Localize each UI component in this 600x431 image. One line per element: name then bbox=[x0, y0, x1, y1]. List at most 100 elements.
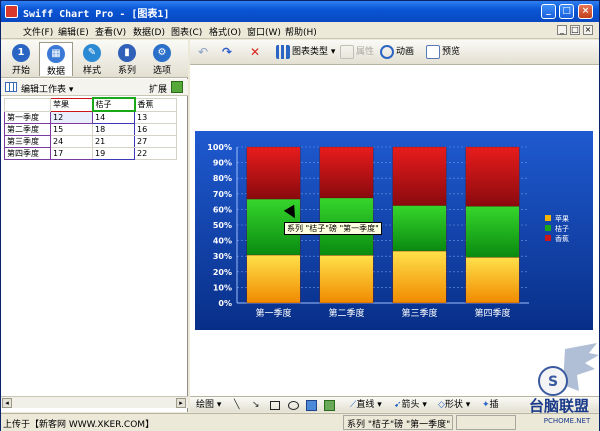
mdi-minimize-button[interactable]: _ bbox=[557, 25, 567, 35]
bar-segment bbox=[319, 255, 374, 304]
table-cell[interactable]: 27 bbox=[134, 134, 177, 148]
table-cell[interactable]: 22 bbox=[134, 146, 177, 160]
animation-button[interactable]: 动画 bbox=[380, 44, 414, 61]
chart-type-icon bbox=[276, 44, 290, 59]
row-header[interactable]: 第二季度 bbox=[4, 122, 51, 136]
header-cell[interactable]: 桔子 bbox=[91, 97, 136, 112]
table-cell[interactable]: 12 bbox=[50, 110, 93, 124]
expand-button[interactable]: 扩展 bbox=[149, 82, 167, 95]
shape-tool-button[interactable]: ◇形状 ▾ bbox=[438, 399, 470, 411]
menu-data[interactable]: 数据(D) bbox=[133, 25, 165, 38]
header-cell[interactable]: 香蕉 bbox=[134, 97, 177, 112]
undo-button[interactable]: ↶ bbox=[196, 44, 212, 61]
table-cell[interactable]: 14 bbox=[92, 110, 135, 124]
tab-data[interactable]: ▦ 数据 bbox=[39, 42, 73, 77]
row-header[interactable]: 第三季度 bbox=[4, 134, 51, 148]
arrow-tool-icon[interactable]: ↘ bbox=[252, 399, 260, 411]
arrowhead-icon: ➹ bbox=[394, 400, 402, 410]
row-header[interactable]: 第一季度 bbox=[4, 110, 51, 124]
select-pointer-icon[interactable]: ╲ bbox=[234, 399, 239, 411]
table-row: 第二季度 15 18 16 bbox=[4, 122, 177, 136]
table-cell[interactable]: 17 bbox=[50, 146, 93, 160]
menu-chart[interactable]: 图表(C) bbox=[171, 25, 202, 38]
y-tick-label: 80% bbox=[213, 174, 232, 183]
shape-label: 形状 bbox=[444, 400, 463, 410]
scroll-left-arrow-icon[interactable]: ◂ bbox=[2, 398, 12, 408]
menu-window[interactable]: 窗口(W) bbox=[247, 25, 281, 38]
mdi-close-button[interactable]: × bbox=[583, 25, 593, 35]
maximize-button[interactable]: □ bbox=[559, 4, 574, 19]
close-button[interactable]: × bbox=[578, 4, 593, 19]
table-cell[interactable]: 13 bbox=[134, 110, 177, 124]
scroll-right-arrow-icon[interactable]: ▸ bbox=[176, 398, 186, 408]
stacked-percent-bar-chart[interactable]: 0% 10% 20% 30% 40% 50% 60% 70% 80% 90% 100% 第一季度 第二季… bbox=[195, 131, 593, 330]
insert-tool-button[interactable]: ✦插 bbox=[482, 399, 499, 411]
preview-button[interactable]: 预览 bbox=[426, 44, 460, 61]
tab-label: 数据 bbox=[46, 67, 65, 77]
image-tool-icon[interactable] bbox=[306, 400, 317, 411]
menu-view[interactable]: 查看(V) bbox=[95, 25, 126, 38]
mdi-restore-button[interactable]: □ bbox=[570, 25, 580, 35]
menu-bar: 文件(F) 编辑(E) 查看(V) 数据(D) 图表(C) 格式(O) 窗口(W… bbox=[1, 22, 599, 39]
bar-segment bbox=[246, 254, 301, 304]
header-cell[interactable]: 苹果 bbox=[50, 97, 93, 112]
picture-tool-icon[interactable] bbox=[324, 400, 335, 411]
tab-style[interactable]: ✎ 样式 bbox=[75, 42, 109, 76]
table-cell[interactable]: 18 bbox=[92, 122, 135, 136]
table-cell[interactable]: 15 bbox=[50, 122, 93, 136]
table-cell[interactable]: 19 bbox=[92, 146, 135, 160]
line-tool-button[interactable]: ⟋直线 ▾ bbox=[350, 399, 382, 411]
bar-segment bbox=[392, 146, 447, 206]
menu-file[interactable]: 文件(F) bbox=[23, 25, 53, 38]
y-tick-label: 30% bbox=[213, 252, 232, 261]
left-tab-bar: 1 开始 ▦ 数据 ✎ 样式 ▮ 系列 ⚙ 选项 bbox=[1, 40, 188, 78]
tab-series[interactable]: ▮ 系列 bbox=[110, 42, 144, 76]
edit-worksheet-dropdown[interactable]: 编辑工作表 ▾ bbox=[21, 82, 73, 95]
bar-segment bbox=[465, 257, 520, 304]
y-tick-label: 90% bbox=[213, 159, 232, 168]
chart-type-button[interactable]: 图表类型 ▾ bbox=[276, 44, 335, 61]
table-cell[interactable]: 16 bbox=[134, 122, 177, 136]
menu-format[interactable]: 格式(O) bbox=[209, 25, 241, 38]
header-cell[interactable] bbox=[4, 97, 51, 112]
y-tick-label: 20% bbox=[213, 268, 232, 277]
tab-start[interactable]: 1 开始 bbox=[4, 42, 38, 76]
legend-label: 苹果 bbox=[555, 214, 569, 223]
menu-help[interactable]: 帮助(H) bbox=[285, 25, 317, 38]
expand-icon[interactable] bbox=[171, 81, 183, 93]
table-cell[interactable]: 24 bbox=[50, 134, 93, 148]
left-horizontal-scrollbar[interactable]: ◂ ▸ bbox=[1, 396, 188, 408]
chart-toolbar: ↶ ↷ ✕ 图表类型 ▾ 属性 动画 预览 bbox=[190, 40, 599, 65]
upload-credit-text: 上传于【新客网 WWW.XKER.COM】 bbox=[3, 420, 155, 430]
delete-button[interactable]: ✕ bbox=[248, 44, 264, 61]
chart-area[interactable]: 0% 10% 20% 30% 40% 50% 60% 70% 80% 90% 100% 第一季度 第二季… bbox=[195, 131, 593, 330]
menu-edit[interactable]: 编辑(E) bbox=[58, 25, 89, 38]
x-tick-label: 第三季度 bbox=[401, 307, 437, 319]
tab-options[interactable]: ⚙ 选项 bbox=[145, 42, 179, 76]
row-header[interactable]: 第四季度 bbox=[4, 146, 51, 160]
draw-menu-button[interactable]: 绘图 ▾ bbox=[196, 399, 221, 411]
tab-label: 样式 bbox=[82, 66, 101, 76]
minimize-button[interactable]: _ bbox=[541, 4, 556, 19]
chart-type-label: 图表类型 bbox=[292, 47, 329, 57]
ellipse-tool-icon[interactable] bbox=[288, 401, 299, 410]
properties-button[interactable]: 属性 bbox=[340, 44, 374, 61]
y-tick-label: 40% bbox=[213, 237, 232, 246]
x-tick-label: 第四季度 bbox=[474, 307, 510, 319]
arrow-style-button[interactable]: ➹箭头 ▾ bbox=[394, 399, 427, 411]
legend-swatch bbox=[545, 215, 551, 221]
bar-segment bbox=[392, 250, 447, 304]
animation-icon bbox=[380, 44, 394, 59]
legend-label: 桔子 bbox=[555, 224, 569, 233]
table-row: 第四季度 17 19 22 bbox=[4, 146, 177, 160]
line-label: 直线 bbox=[356, 400, 375, 410]
rectangle-tool-icon[interactable] bbox=[270, 401, 280, 410]
title-bar[interactable]: Swiff Chart Pro - [图表1] _ □ × bbox=[1, 1, 599, 22]
properties-icon bbox=[340, 44, 354, 59]
app-icon bbox=[5, 5, 18, 18]
pchome-watermark-logo: S 台脑联盟 PCHOME.NET bbox=[529, 343, 599, 425]
preview-label: 预览 bbox=[442, 47, 461, 57]
sheet-header-row: 苹果 桔子 香蕉 bbox=[4, 97, 177, 112]
table-cell[interactable]: 21 bbox=[92, 134, 135, 148]
redo-button[interactable]: ↷ bbox=[220, 44, 236, 61]
